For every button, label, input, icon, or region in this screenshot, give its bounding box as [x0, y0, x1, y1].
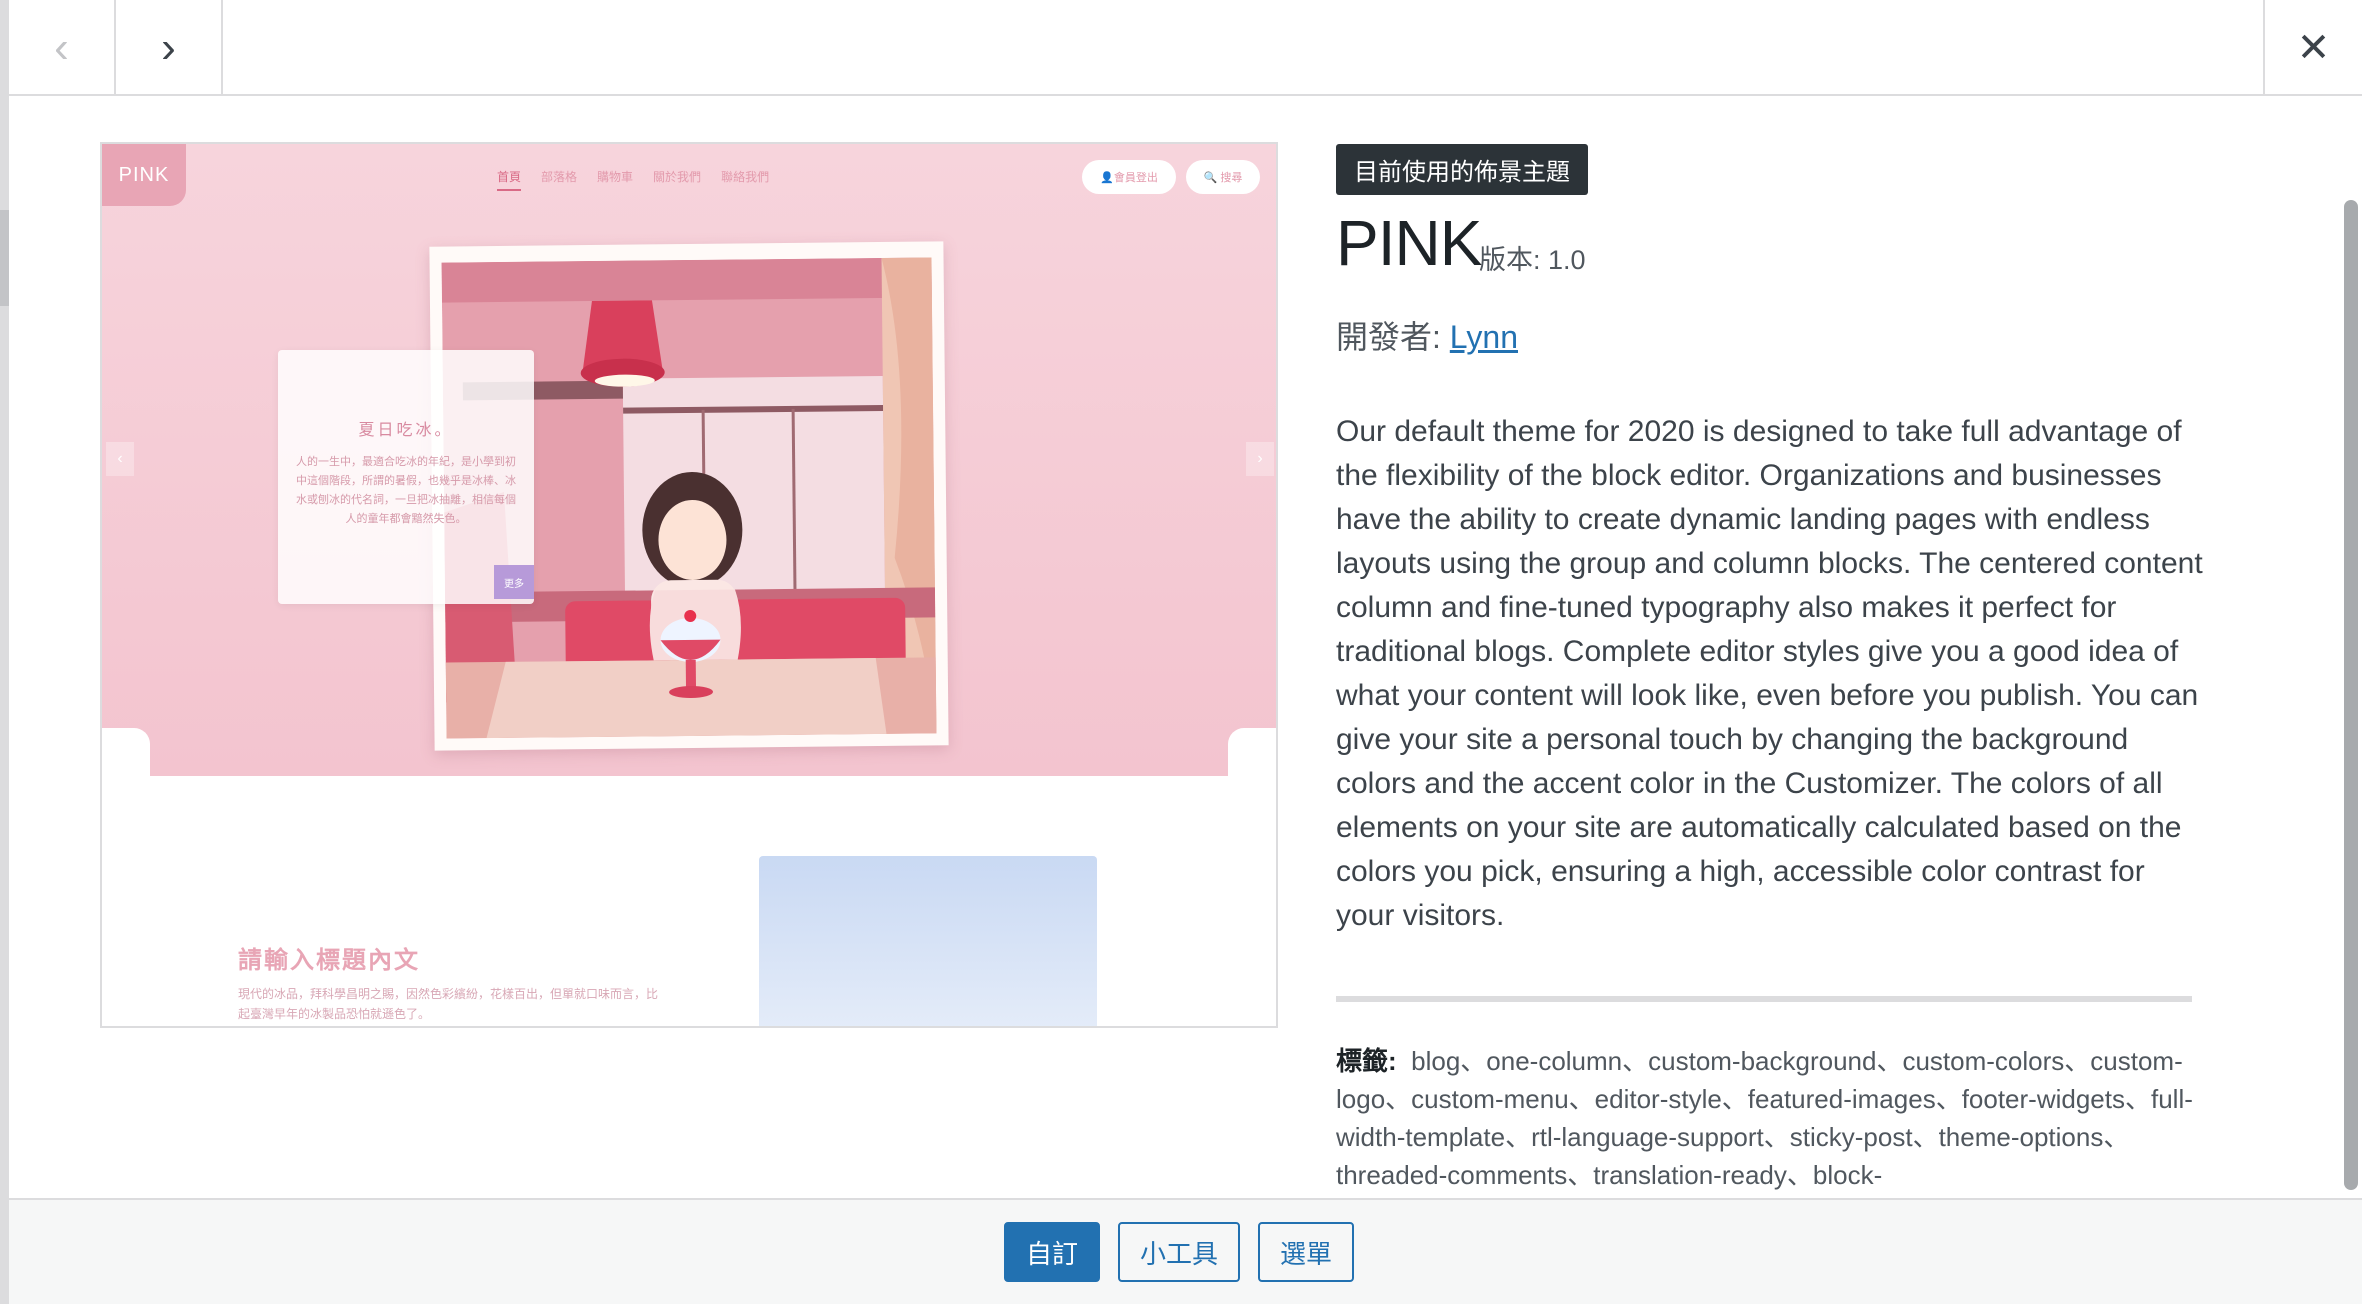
background-edge-mark — [0, 210, 9, 306]
screenshot-sky-image — [759, 856, 1097, 1026]
theme-tags: 標籤: blog、one-column、custom-background、cu… — [1336, 1042, 2206, 1194]
screenshot-nav-item: 關於我們 — [653, 170, 702, 184]
slider-prev-arrow-icon: ‹ — [106, 442, 134, 476]
screenshot-search-pill: 🔍 搜尋 — [1186, 160, 1260, 194]
active-theme-badge: 目前使用的佈景主題 — [1336, 144, 1588, 195]
close-button[interactable]: ✕ — [2263, 0, 2362, 96]
close-icon: ✕ — [2296, 26, 2331, 70]
theme-tags-label: 標籤: — [1336, 1046, 1397, 1076]
screenshot-nav-item: 購物車 — [597, 170, 634, 184]
widgets-button[interactable]: 小工具 — [1118, 1222, 1240, 1282]
theme-name: PINK — [1336, 207, 1482, 279]
previous-theme-button[interactable]: ‹ — [9, 0, 116, 96]
background-edge — [0, 0, 9, 1304]
slide-card-more-button: 更多 — [494, 565, 534, 599]
theme-author-label: 開發者: — [1336, 319, 1450, 355]
slide-card: 夏日吃冰。 人的一生中，最適合吃冰的年紀，是小學到初中這個階段，所謂的暑假，也幾… — [278, 350, 534, 604]
screenshot-section-text: 現代的冰品，拜科學昌明之賜，因然色彩繽紛，花樣百出，但單就口味而言，比起臺灣早年… — [238, 987, 659, 1021]
screenshot-nav-item: 聯絡我們 — [721, 170, 770, 184]
slider-next-arrow-icon: › — [1246, 442, 1274, 476]
next-theme-button[interactable]: › — [116, 0, 223, 96]
theme-description: Our default theme for 2020 is designed t… — [1336, 415, 2203, 932]
theme-version: 版本: 1.0 — [1479, 245, 1586, 275]
screenshot-login-pill: 👤會員登出 — [1082, 160, 1176, 194]
chevron-left-icon: ‹ — [54, 23, 69, 72]
theme-author-link[interactable]: Lynn — [1450, 319, 1518, 355]
menus-button[interactable]: 選單 — [1258, 1222, 1354, 1282]
screenshot-hero: PINK 首頁 部落格 購物車 關於我們 聯絡我們 👤會員登出 🔍 搜尋 夏日吃… — [102, 144, 1276, 776]
slide-card-title: 夏日吃冰。 — [358, 420, 454, 439]
hero-corner-notch — [1228, 728, 1276, 776]
vertical-scrollbar[interactable] — [2344, 200, 2358, 1190]
theme-details-modal: ‹ › ✕ PINK 首頁 部落格 購物車 關於我們 聯絡我們 👤會員登出 🔍 … — [9, 0, 2362, 1304]
screenshot-nav-item: 部落格 — [541, 170, 578, 184]
theme-screenshot: PINK 首頁 部落格 購物車 關於我們 聯絡我們 👤會員登出 🔍 搜尋 夏日吃… — [100, 142, 1278, 1028]
screenshot-logo: PINK — [102, 144, 186, 206]
theme-details-content: PINK 首頁 部落格 購物車 關於我們 聯絡我們 👤會員登出 🔍 搜尋 夏日吃… — [9, 96, 2362, 1198]
section-divider — [1336, 996, 2192, 1002]
chevron-right-icon: › — [161, 23, 176, 72]
screenshot-nav: 首頁 部落格 購物車 關於我們 聯絡我們 — [497, 168, 769, 191]
hero-corner-notch — [102, 728, 150, 776]
theme-tags-list: blog、one-column、custom-background、custom… — [1336, 1046, 2193, 1190]
screenshot-nav-item: 首頁 — [497, 168, 522, 191]
modal-header: ‹ › ✕ — [9, 0, 2362, 96]
theme-author: 開發者: Lynn — [1336, 312, 1518, 358]
screenshot-section-title: 請輸入標題內文 — [238, 946, 420, 974]
customize-button[interactable]: 自訂 — [1004, 1222, 1100, 1282]
slide-card-body: 人的一生中，最適合吃冰的年紀，是小學到初中這個階段，所謂的暑假，也幾乎是冰棒、冰… — [296, 455, 516, 525]
theme-actions-bar: 自訂 小工具 選單 — [9, 1198, 2362, 1304]
